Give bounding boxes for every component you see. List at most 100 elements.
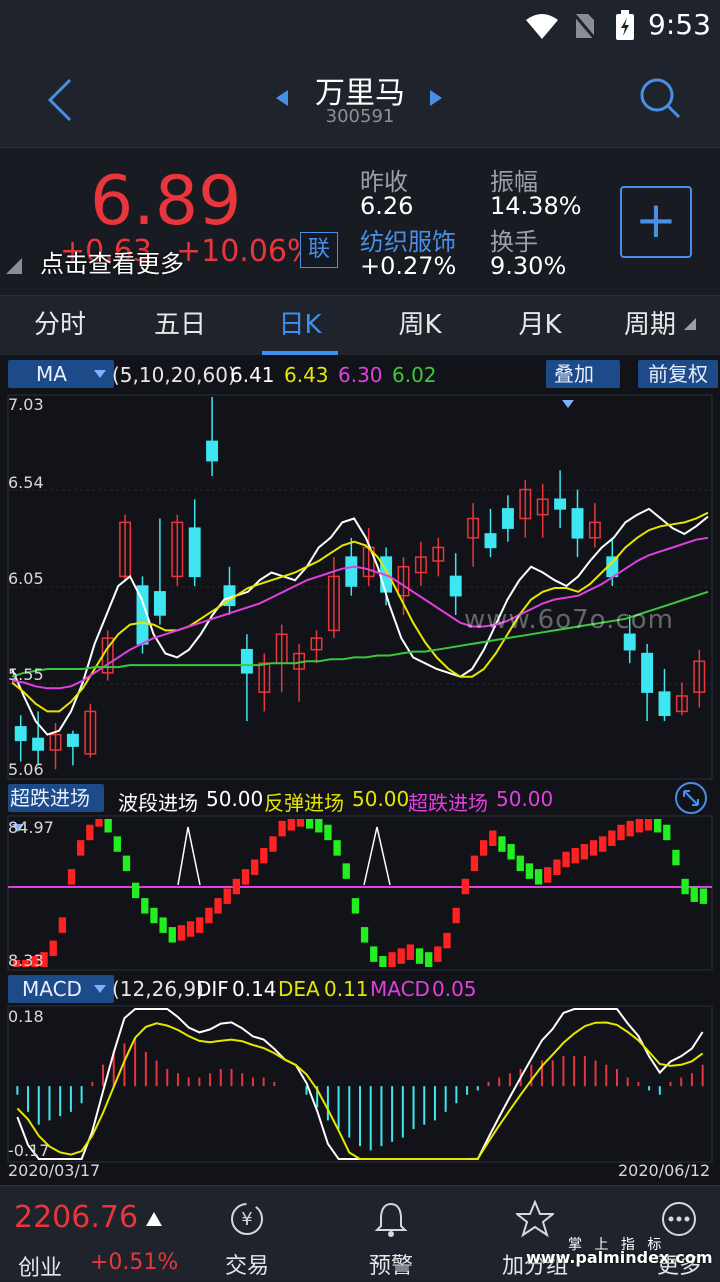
indicator-bar — [690, 886, 698, 902]
indicator-bar — [415, 948, 424, 964]
add-watchlist-button[interactable]: + — [620, 186, 692, 258]
y-label-top: 7.03 — [8, 395, 44, 414]
link-badge[interactable]: 联 — [300, 232, 338, 268]
corner-expand-icon — [6, 258, 22, 274]
svg-text:¥: ¥ — [241, 1209, 252, 1230]
indicator-bar — [461, 878, 469, 895]
indicator-bar — [544, 867, 552, 883]
nav-trade[interactable]: 交易 — [214, 1248, 280, 1280]
candle — [188, 527, 201, 578]
indicator-bar — [617, 824, 625, 841]
date-end: 2020/06/12 — [618, 1161, 711, 1180]
indicator-bar — [150, 907, 158, 924]
indicator-bar — [241, 869, 250, 885]
ma-selector[interactable]: MA — [8, 360, 114, 388]
indicator-bar — [580, 844, 589, 860]
wifi-icon — [526, 14, 558, 39]
indicator-bar — [141, 898, 149, 914]
adjust-button[interactable]: 前复权 — [638, 360, 718, 388]
indicator-bar — [214, 898, 222, 914]
indicator-bar — [360, 927, 369, 943]
turnover-value: 9.30% — [490, 252, 567, 280]
indicator-bar — [269, 836, 277, 852]
indicator-bar — [67, 869, 76, 885]
indicator-bar — [425, 952, 433, 967]
candle — [571, 508, 584, 539]
back-icon[interactable] — [44, 78, 74, 122]
index-change: +0.51% — [90, 1250, 179, 1275]
candle — [32, 737, 45, 751]
more-icon[interactable] — [660, 1200, 698, 1238]
candle — [554, 498, 567, 510]
tab-five-day[interactable]: 五日 — [120, 296, 240, 354]
bell-icon[interactable] — [372, 1200, 410, 1240]
candle — [623, 633, 636, 651]
y-label-4: 5.55 — [8, 665, 44, 684]
indicator-bar — [113, 836, 121, 852]
indicator-bar — [296, 819, 305, 827]
macd-selector[interactable]: MACD — [8, 975, 114, 1003]
candle — [345, 556, 358, 587]
bottom-bar: 2206.76 创业 +0.51% ¥ 交易 预警 加分组 更多 掌 上 指 标… — [0, 1185, 720, 1281]
kline-chart[interactable] — [0, 393, 720, 781]
view-more-hint[interactable]: 点击查看更多 — [40, 244, 184, 279]
indicator-selector[interactable]: 超跌进场 — [8, 784, 104, 832]
indicator-bar — [397, 948, 405, 964]
search-icon[interactable] — [638, 76, 682, 120]
indicator-bar — [223, 888, 231, 904]
chart-area[interactable]: MA (5,10,20,60) 6.41 6.43 6.30 6.02 叠加 前… — [0, 355, 720, 1185]
indicator-bar — [278, 820, 286, 837]
indicator-bar — [77, 840, 85, 856]
indicator-bars-group — [12, 819, 708, 967]
indicator-bar — [672, 849, 680, 866]
candle — [484, 533, 497, 549]
last-price: 6.89 — [90, 162, 242, 241]
indicator-bar — [342, 863, 350, 879]
overlay-button-label: 叠加 — [554, 362, 594, 386]
overlay-button[interactable]: 叠加 — [546, 360, 620, 408]
macd-y-top: 0.18 — [8, 1007, 44, 1026]
candle — [206, 440, 219, 462]
macd-value: 0.05 — [432, 977, 477, 1001]
indicator-bar — [205, 907, 213, 924]
indicator-bar — [599, 836, 607, 852]
dea-label: DEA — [278, 977, 320, 1001]
date-start: 2020/03/17 — [8, 1161, 101, 1180]
candle — [658, 691, 671, 717]
fullscreen-icon[interactable] — [674, 781, 708, 815]
indicator-bar — [104, 819, 112, 833]
rebound-entry-label: 反弹进场 — [264, 791, 344, 815]
indicator-bar — [287, 819, 295, 831]
tab-monthly-k[interactable]: 月K — [480, 296, 600, 354]
ma5-value: 6.41 — [230, 363, 275, 387]
trade-icon[interactable]: ¥ — [228, 1200, 266, 1238]
index-value[interactable]: 2206.76 — [14, 1200, 138, 1235]
indicator-bar — [608, 830, 616, 846]
oversold-entry-label: 超跌进场 — [408, 791, 488, 815]
candles-group — [14, 397, 706, 770]
wave-entry-label: 波段进场 — [118, 791, 198, 815]
prev-stock-icon[interactable] — [274, 88, 290, 108]
indicator-bar — [434, 946, 442, 962]
indicator-bar — [681, 878, 689, 895]
tab-weekly-k[interactable]: 周K — [360, 296, 480, 354]
indicator-bar — [516, 855, 524, 872]
macd-chart[interactable] — [0, 1005, 720, 1163]
tab-intraday[interactable]: 分时 — [0, 296, 120, 354]
indicator-bar — [379, 956, 387, 967]
indicator-bar — [663, 824, 671, 841]
y-label-bottom: 5.06 — [8, 760, 44, 779]
stock-code: 300591 — [325, 106, 395, 127]
indicator-chart[interactable] — [0, 815, 720, 971]
nav-alert[interactable]: 预警 — [358, 1248, 424, 1280]
indicator-bar — [571, 847, 579, 864]
quote-panel[interactable]: 6.89 +0.63 +10.06% 联 点击查看更多 昨收 6.26 纺织服饰… — [0, 147, 720, 296]
wave-entry-value: 50.00 — [206, 787, 264, 811]
period-dropdown-icon — [684, 318, 696, 330]
star-icon[interactable] — [516, 1200, 554, 1238]
prev-close-value: 6.26 — [360, 192, 414, 220]
indicator-bar — [177, 925, 186, 941]
tab-daily-k[interactable]: 日K — [240, 296, 360, 354]
next-stock-icon[interactable] — [428, 88, 444, 108]
macd-bars-group — [16, 1039, 704, 1151]
